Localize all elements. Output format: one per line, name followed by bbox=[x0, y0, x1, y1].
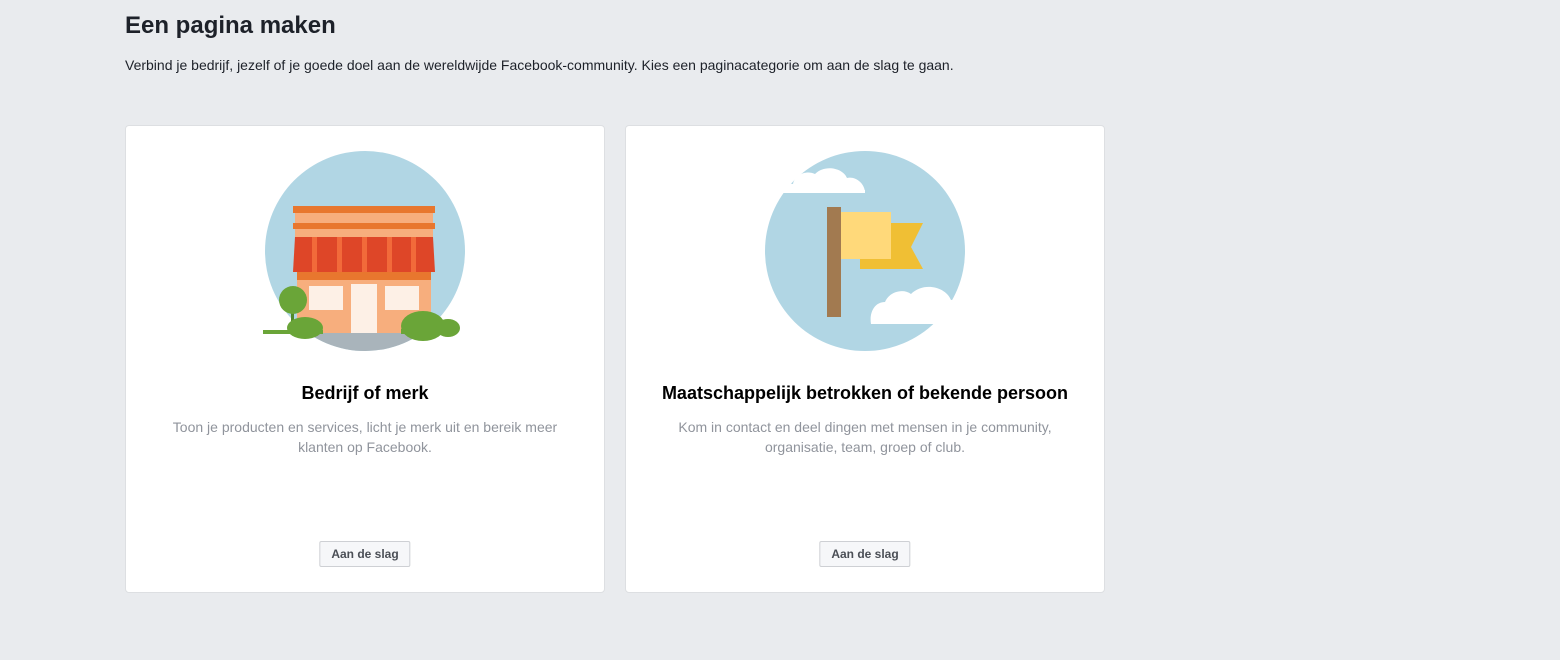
category-cards: Bedrijf of merk Toon je producten en ser… bbox=[125, 125, 1105, 593]
page-title: Een pagina maken bbox=[125, 12, 336, 39]
card-description: Toon je producten en services, licht je … bbox=[166, 417, 564, 457]
card-title: Bedrijf of merk bbox=[301, 383, 429, 403]
card-description-line: klanten op Facebook. bbox=[298, 439, 432, 455]
get-started-button[interactable]: Aan de slag bbox=[819, 541, 911, 567]
card-description-line: Toon je producten en services, licht je … bbox=[172, 419, 558, 435]
flag-illustration bbox=[765, 151, 975, 351]
page-header: Een pagina maken Verbind je bedrijf, jez… bbox=[125, 10, 954, 74]
card-description-line: organisatie, team, groep of club. bbox=[764, 439, 965, 455]
card-title: Maatschappelijk betrokken of bekende per… bbox=[661, 383, 1069, 403]
storefront-illustration bbox=[263, 151, 465, 351]
card-community-or-public-figure: Maatschappelijk betrokken of bekende per… bbox=[625, 125, 1105, 593]
card-description: Kom in contact en deel dingen met mensen… bbox=[666, 417, 1064, 457]
page-subtitle: Verbind je bedrijf, jezelf of je goede d… bbox=[125, 57, 954, 73]
card-description-line: Kom in contact en deel dingen met mensen… bbox=[678, 419, 1052, 435]
get-started-button[interactable]: Aan de slag bbox=[319, 541, 411, 567]
card-business-or-brand: Bedrijf of merk Toon je producten en ser… bbox=[125, 125, 605, 593]
